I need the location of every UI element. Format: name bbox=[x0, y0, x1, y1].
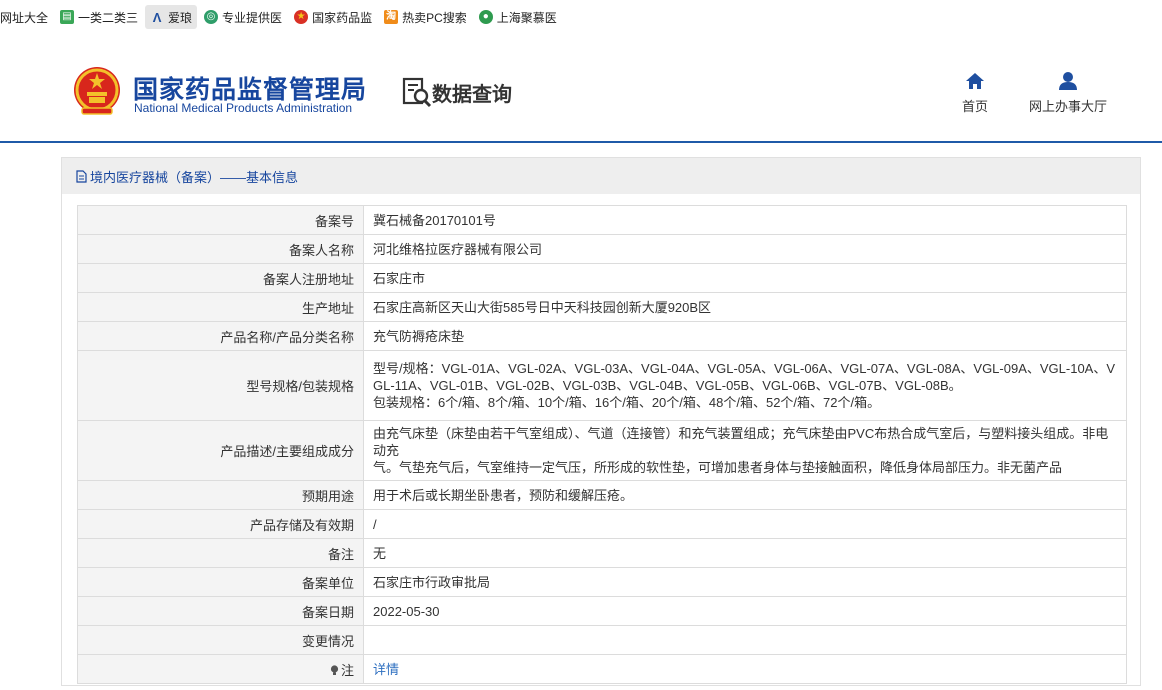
note-value-cell: 详情 bbox=[363, 654, 1127, 684]
bookmarks-bar: 网址大全 ▤ 一类二类三 Λ 爱琅 ◎ 专业提供医 ★ 国家药品监 淘 热卖PC… bbox=[0, 0, 1162, 34]
field-label: 型号规格/包装规格 bbox=[77, 350, 364, 421]
bookmark-label: 爱琅 bbox=[168, 10, 193, 25]
value-line: 型号/规格：VGL-01A、VGL-02A、VGL-03A、VGL-04A、VG… bbox=[373, 361, 1116, 376]
document-icon bbox=[76, 169, 87, 183]
value-line: 由充气床垫（床垫由若干气室组成）、气道（连接管）和充气装置组成；充气床垫由PVC… bbox=[373, 426, 1109, 458]
table-row: 产品描述/主要组成成分 由充气床垫（床垫由若干气室组成）、气道（连接管）和充气装… bbox=[77, 420, 1127, 481]
field-value: 用于术后或长期坐卧患者，预防和缓解压疮。 bbox=[363, 480, 1127, 510]
field-value: 由充气床垫（床垫由若干气室组成）、气道（连接管）和充气装置组成；充气床垫由PVC… bbox=[363, 420, 1127, 481]
table-row: 型号规格/包装规格 型号/规格：VGL-01A、VGL-02A、VGL-03A、… bbox=[77, 350, 1127, 421]
field-label: 产品存储及有效期 bbox=[77, 509, 364, 539]
emblem-icon: ★ bbox=[294, 10, 309, 24]
field-value: 石家庄高新区天山大街585号日中天科技园创新大厦920B区 bbox=[363, 292, 1127, 322]
table-row-note: 注 详情 bbox=[77, 654, 1127, 684]
field-value: 河北维格拉医疗器械有限公司 bbox=[363, 234, 1127, 264]
value-line: GL-11A、VGL-01B、VGL-02B、VGL-03B、VGL-04B、V… bbox=[373, 378, 962, 393]
field-label: 产品名称/产品分类名称 bbox=[77, 321, 364, 351]
record-table: 备案号 冀石械备20170101号 备案人名称 河北维格拉医疗器械有限公司 备案… bbox=[77, 205, 1127, 684]
nav-online-service-hall[interactable]: 网上办事大厅 bbox=[1029, 70, 1107, 115]
field-label: 备注 bbox=[77, 538, 364, 568]
field-value: 充气防褥疮床垫 bbox=[363, 321, 1127, 351]
bookmark-class-list[interactable]: ▤ 一类二类三 bbox=[55, 5, 143, 29]
field-label: 变更情况 bbox=[77, 625, 364, 655]
field-value: 石家庄市 bbox=[363, 263, 1127, 293]
field-value: 冀石械备20170101号 bbox=[363, 205, 1127, 235]
letter-a-icon: Λ bbox=[152, 9, 162, 25]
field-label: 备案号 bbox=[77, 205, 364, 235]
table-row: 预期用途 用于术后或长期坐卧患者，预防和缓解压疮。 bbox=[77, 480, 1127, 510]
field-value bbox=[363, 625, 1127, 655]
header-divider bbox=[0, 141, 1162, 143]
national-emblem-icon[interactable] bbox=[72, 64, 122, 118]
field-label: 生产地址 bbox=[77, 292, 364, 322]
bookmark-nmpa[interactable]: ★ 国家药品监 bbox=[289, 5, 377, 29]
field-value: 2022-05-30 bbox=[363, 596, 1127, 626]
nav-home[interactable]: 首页 bbox=[962, 70, 988, 115]
value-line: 气。气垫充气后，气室维持一定气压，所形成的软性垫，可增加患者身体与垫接触面积，降… bbox=[373, 460, 1063, 475]
field-value: 型号/规格：VGL-01A、VGL-02A、VGL-03A、VGL-04A、VG… bbox=[363, 350, 1127, 421]
field-label: 备案人注册地址 bbox=[77, 263, 364, 293]
doc-green-icon: ▤ bbox=[60, 10, 75, 24]
field-label: 备案人名称 bbox=[77, 234, 364, 264]
field-value: / bbox=[363, 509, 1127, 539]
bookmark-ailang[interactable]: Λ 爱琅 bbox=[145, 5, 198, 29]
table-row: 生产地址 石家庄高新区天山大街585号日中天科技园创新大厦920B区 bbox=[77, 292, 1127, 322]
bookmark-label: 专业提供医 bbox=[222, 10, 283, 25]
bookmark-label: 国家药品监 bbox=[312, 10, 373, 25]
nav-hall-label: 网上办事大厅 bbox=[1029, 99, 1108, 114]
bookmark-shanghai-jumu[interactable]: ● 上海聚慕医 bbox=[474, 5, 562, 29]
home-icon bbox=[966, 73, 984, 89]
bookmark-label: 热卖PC搜索 bbox=[402, 10, 467, 25]
nav-home-label: 首页 bbox=[962, 99, 989, 114]
bookmark-label: 一类二类三 bbox=[78, 10, 139, 25]
table-row: 变更情况 bbox=[77, 625, 1127, 655]
table-row: 产品名称/产品分类名称 充气防褥疮床垫 bbox=[77, 321, 1127, 351]
table-row: 备案人注册地址 石家庄市 bbox=[77, 263, 1127, 293]
table-row: 备案单位 石家庄市行政审批局 bbox=[77, 567, 1127, 597]
field-label: 备案日期 bbox=[77, 596, 364, 626]
bookmark-url-directory[interactable]: 网址大全 bbox=[0, 5, 53, 29]
user-icon bbox=[1059, 72, 1077, 90]
panel-header: 境内医疗器械（备案）——基本信息 bbox=[62, 158, 1140, 194]
bookmark-label: 上海聚慕医 bbox=[496, 10, 557, 25]
table-row: 备案人名称 河北维格拉医疗器械有限公司 bbox=[77, 234, 1127, 264]
field-label: 预期用途 bbox=[77, 480, 364, 510]
record-panel: 境内医疗器械（备案）——基本信息 备案号 冀石械备20170101号 备案人名称… bbox=[61, 157, 1141, 686]
lightbulb-icon bbox=[330, 664, 339, 675]
panel-title: 境内医疗器械（备案）——基本信息 bbox=[90, 169, 299, 185]
field-value: 无 bbox=[363, 538, 1127, 568]
bookmark-label: 网址大全 bbox=[0, 10, 49, 25]
table-row: 备注 无 bbox=[77, 538, 1127, 568]
logo-title-en[interactable]: National Medical Products Administration bbox=[134, 101, 352, 115]
note-label-cell: 注 bbox=[77, 654, 364, 684]
bookmark-medical-supplier[interactable]: ◎ 专业提供医 bbox=[199, 5, 287, 29]
table-row: 备案号 冀石械备20170101号 bbox=[77, 205, 1127, 235]
value-line: 包装规格：6个/箱、8个/箱、10个/箱、16个/箱、20个/箱、48个/箱、5… bbox=[373, 395, 881, 410]
bookmark-hot-search[interactable]: 淘 热卖PC搜索 bbox=[379, 5, 472, 29]
field-value: 石家庄市行政审批局 bbox=[363, 567, 1127, 597]
field-label: 产品描述/主要组成成分 bbox=[77, 420, 364, 481]
circle-green-icon: ● bbox=[478, 10, 493, 24]
shop-orange-icon: 淘 bbox=[384, 10, 399, 24]
table-row: 产品存储及有效期 / bbox=[77, 509, 1127, 539]
note-label: 注 bbox=[340, 662, 354, 678]
details-link[interactable]: 详情 bbox=[373, 662, 399, 677]
table-row: 备案日期 2022-05-30 bbox=[77, 596, 1127, 626]
field-label: 备案单位 bbox=[77, 567, 364, 597]
site-header: 国家药品监督管理局 National Medical Products Admi… bbox=[0, 34, 1162, 142]
globe-green-icon: ◎ bbox=[204, 10, 219, 24]
data-query-icon bbox=[402, 77, 432, 108]
section-title: 数据查询 bbox=[432, 84, 512, 106]
